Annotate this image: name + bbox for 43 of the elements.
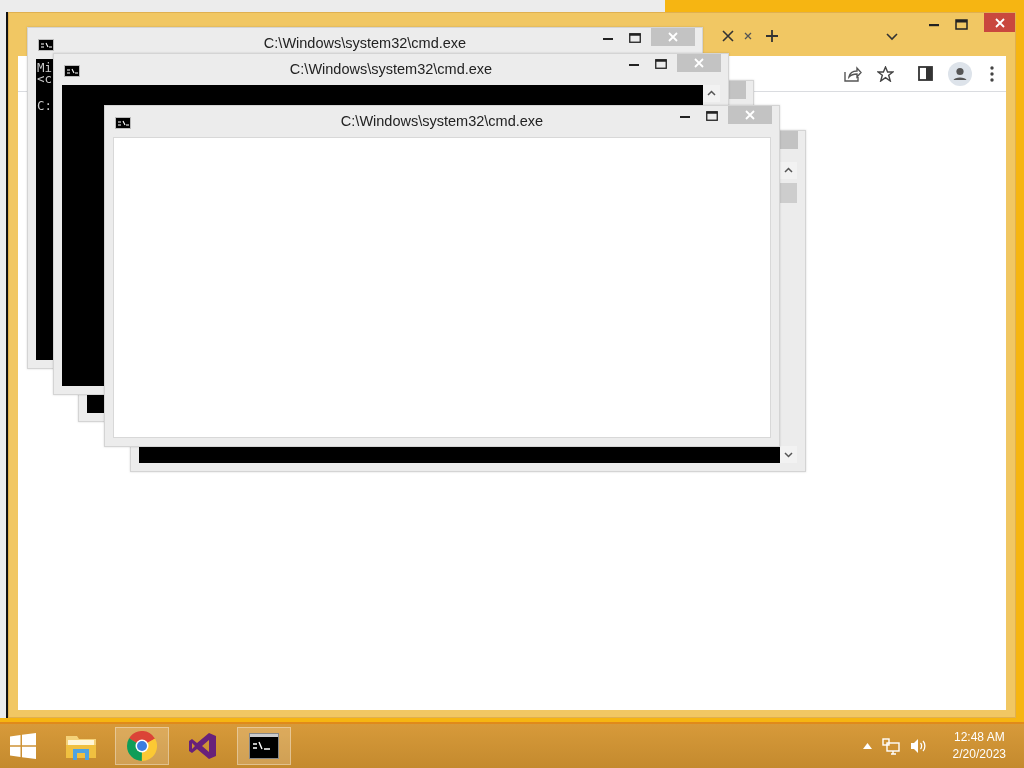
clock-date[interactable]: 2/20/2023: [952, 746, 1006, 763]
chevron-down-icon[interactable]: [886, 33, 898, 41]
maximize-icon[interactable]: [655, 59, 667, 69]
plus-icon[interactable]: [765, 29, 779, 43]
clock-time[interactable]: 12:48 AM: [953, 729, 1005, 746]
visual-studio-logo-icon: [188, 731, 218, 761]
network-icon[interactable]: [881, 737, 900, 755]
caret-up-icon[interactable]: [862, 743, 872, 749]
close-icon: [745, 110, 755, 120]
window-title: C:\Windows\system32\cmd.exe: [289, 60, 493, 77]
side-panel-icon[interactable]: [918, 66, 933, 81]
window-title: C:\Windows\system32\cmd.exe: [340, 112, 544, 129]
console-icon: [64, 65, 80, 77]
minimize-icon[interactable]: [928, 23, 940, 27]
menu-icon[interactable]: [990, 65, 994, 82]
close-icon: [694, 58, 704, 68]
close-button[interactable]: [984, 13, 1015, 32]
profile-icon[interactable]: [948, 61, 972, 86]
minimize-icon[interactable]: [603, 37, 613, 41]
chrome-logo-icon: [127, 731, 157, 761]
maximize-icon[interactable]: [629, 33, 641, 43]
scroll-up-icon[interactable]: [703, 85, 720, 102]
volume-icon[interactable]: [909, 738, 927, 754]
console-line: C:: [37, 98, 53, 113]
maximize-icon[interactable]: [955, 19, 968, 30]
minimize-icon[interactable]: [629, 63, 639, 67]
close-icon: [994, 17, 1005, 28]
scroll-up-icon[interactable]: [780, 162, 797, 179]
close-icon: [668, 32, 678, 42]
taskbar-button[interactable]: [237, 727, 291, 765]
close-icon[interactable]: [744, 32, 752, 40]
close-icon[interactable]: [722, 30, 734, 42]
window-title: C:\Windows\system32\cmd.exe: [263, 34, 467, 51]
console-icon: [249, 733, 279, 759]
maximize-icon[interactable]: [706, 111, 718, 121]
console-icon: [115, 117, 131, 129]
scroll-down-icon[interactable]: [780, 446, 797, 463]
minimize-icon[interactable]: [680, 115, 690, 119]
windows-logo-icon[interactable]: [10, 733, 36, 759]
console-icon: [38, 39, 54, 51]
share-icon[interactable]: [844, 65, 862, 82]
scroll-thumb[interactable]: [780, 183, 797, 203]
star-icon[interactable]: [877, 65, 894, 82]
